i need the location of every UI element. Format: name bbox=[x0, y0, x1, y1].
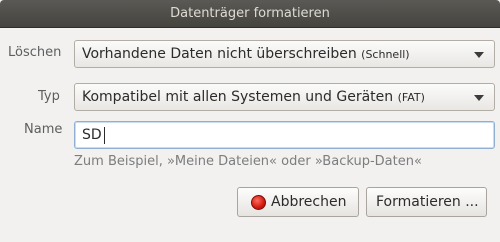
stop-icon bbox=[251, 195, 266, 210]
format-button[interactable]: Formatieren ... bbox=[366, 187, 487, 217]
erase-value: Vorhandene Daten nicht überschreiben bbox=[82, 46, 357, 62]
chevron-down-icon bbox=[474, 52, 484, 58]
type-combobox[interactable]: Kompatibel mit allen Systemen und Geräte… bbox=[74, 83, 495, 111]
erase-combobox[interactable]: Vorhandene Daten nicht überschreiben (Sc… bbox=[74, 40, 495, 68]
format-disk-dialog: Datenträger formatieren Löschen Vorhande… bbox=[0, 0, 500, 242]
name-label: Name bbox=[24, 122, 63, 137]
title-bar[interactable]: Datenträger formatieren bbox=[0, 0, 500, 28]
name-input[interactable]: SD bbox=[74, 121, 495, 149]
name-input-value: SD bbox=[82, 127, 102, 143]
cancel-button-label: Abbrechen bbox=[271, 194, 347, 210]
name-hint: Zum Beispiel, »Meine Dateien« oder »Back… bbox=[74, 154, 422, 169]
format-button-label: Formatieren ... bbox=[376, 194, 479, 210]
erase-combobox-text: Vorhandene Daten nicht überschreiben (Sc… bbox=[82, 46, 410, 62]
type-combobox-text: Kompatibel mit allen Systemen und Geräte… bbox=[82, 89, 425, 105]
type-label: Typ bbox=[38, 89, 60, 104]
chevron-down-icon bbox=[474, 95, 484, 101]
type-value-suffix: (FAT) bbox=[397, 91, 425, 104]
erase-value-suffix: (Schnell) bbox=[361, 48, 410, 61]
window-title: Datenträger formatieren bbox=[170, 6, 330, 21]
erase-label: Löschen bbox=[8, 45, 62, 60]
type-value: Kompatibel mit allen Systemen und Geräte… bbox=[82, 89, 394, 105]
cancel-button[interactable]: Abbrechen bbox=[237, 187, 359, 217]
text-caret bbox=[104, 127, 105, 144]
